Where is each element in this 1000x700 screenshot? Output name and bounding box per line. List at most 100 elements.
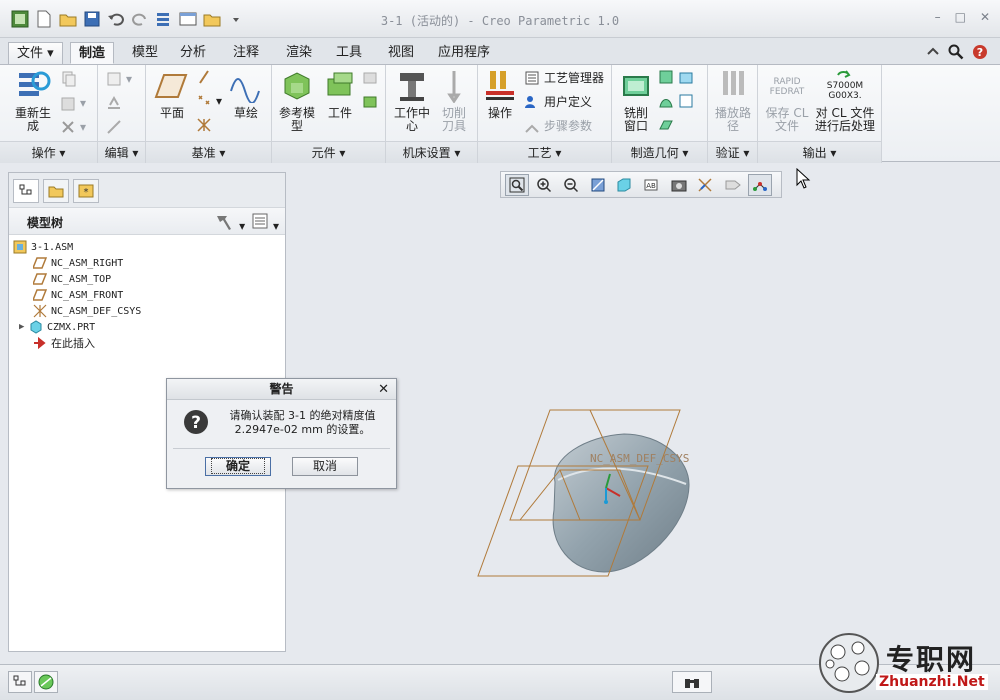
mouse-cursor-icon (796, 168, 811, 189)
browser-globe-icon (38, 674, 54, 690)
step-parameters-icon (525, 124, 539, 133)
zoom-in-icon (537, 177, 552, 192)
post-process-icon: S7000M G00X3. (812, 69, 878, 103)
toggle-navigator-button[interactable] (8, 671, 32, 693)
tree-columns-button[interactable]: ▾ (251, 212, 279, 233)
group-operations-label[interactable]: 操作 ▾ (0, 141, 97, 163)
datum-display-button[interactable] (694, 174, 718, 196)
point-button[interactable]: ▾ (196, 93, 222, 109)
svg-text:*: * (84, 187, 89, 198)
mill-window-button[interactable]: 铣削 窗口 (616, 69, 656, 133)
tab-model-tree[interactable] (13, 179, 39, 203)
close-icon[interactable]: ✕ (980, 10, 990, 24)
tab-folder-browser[interactable] (43, 179, 69, 203)
group-datum-label[interactable]: 基准 ▾ (146, 141, 271, 163)
saved-views-button[interactable]: AB (640, 174, 664, 196)
tab-manufacturing[interactable]: 制造 (70, 42, 115, 64)
csys-button[interactable] (196, 117, 212, 133)
edit-tool-2[interactable] (106, 95, 122, 111)
refit-button[interactable] (505, 173, 529, 196)
group-output-label[interactable]: 输出 ▾ (758, 141, 881, 163)
assemble-icon (363, 72, 377, 84)
maximize-icon[interactable]: □ (955, 10, 966, 24)
component-tool-1[interactable] (362, 69, 378, 85)
axis-button[interactable] (196, 69, 212, 85)
display-style-button[interactable] (613, 174, 637, 196)
tab-view[interactable]: 视图 (380, 42, 422, 64)
reference-model-button[interactable]: 参考模 型 (276, 69, 318, 133)
group-component: 参考模 型 工件 元件 ▾ (272, 65, 386, 163)
zoom-in-button[interactable] (532, 174, 556, 196)
tab-file[interactable]: 文件 ▾ (8, 42, 63, 64)
step-parameters-button[interactable]: 步骤参数 (524, 117, 592, 134)
user-defined-button[interactable]: 用户定义 (524, 93, 592, 110)
dialog-close-icon[interactable]: ✕ (378, 379, 389, 400)
save-cl-file-button[interactable]: RAPID FEDRAT 保存 CL 文件 (762, 69, 812, 133)
group-machine-setup-label[interactable]: 机床设置 ▾ (386, 141, 477, 163)
paste-button[interactable]: ▾ (60, 95, 86, 111)
play-path-button[interactable]: 播放路 径 (710, 69, 756, 133)
help-icon[interactable]: ? (972, 44, 988, 63)
tree-item-datum-front[interactable]: NC_ASM_FRONT (9, 287, 285, 303)
tab-applications[interactable]: 应用程序 (430, 42, 498, 64)
ok-button[interactable]: 确定 (205, 457, 271, 476)
tab-annotate[interactable]: 注释 (225, 42, 267, 64)
rapid-fedrat-icon: RAPID FEDRAT (769, 77, 805, 97)
component-tool-2[interactable] (362, 93, 378, 109)
tree-item-part[interactable]: ▶ CZMX.PRT (9, 319, 285, 335)
process-manager-button[interactable]: 工艺管理器 (524, 69, 604, 86)
minimize-icon[interactable]: – (935, 10, 941, 24)
tree-item-assembly[interactable]: 3-1.ASM (9, 239, 285, 255)
operation-button[interactable]: 操作 (480, 69, 520, 120)
tree-item-insert-here[interactable]: 在此插入 (9, 335, 285, 351)
cutting-tool-button[interactable]: 切削 刀具 (434, 69, 474, 133)
group-process-label[interactable]: 工艺 ▾ (478, 141, 611, 163)
toggle-browser-button[interactable] (34, 671, 58, 693)
tree-item-datum-right[interactable]: NC_ASM_RIGHT (9, 255, 285, 271)
expand-arrow-icon[interactable]: ▶ (19, 322, 29, 332)
cancel-button[interactable]: 取消 (292, 457, 358, 476)
group-verify-label[interactable]: 验证 ▾ (708, 141, 757, 163)
tab-render[interactable]: 渲染 (278, 42, 320, 64)
mfg-geom-tool-1[interactable] (658, 69, 694, 85)
group-edit-label[interactable]: 编辑 ▾ (98, 141, 145, 163)
folder-browser-icon (48, 186, 64, 198)
sketch-button[interactable]: 草绘 (226, 69, 266, 120)
mfg-geom-tool-3[interactable] (658, 117, 674, 133)
model-tree: 3-1.ASM NC_ASM_RIGHT NC_ASM_TOP NC_ASM_F… (9, 235, 285, 351)
minimize-ribbon-icon[interactable] (926, 44, 940, 63)
tree-item-datum-top[interactable]: NC_ASM_TOP (9, 271, 285, 287)
work-center-icon (400, 73, 424, 101)
edit-tool-3[interactable] (106, 119, 122, 135)
model-tree-tools: ▾ ▾ (215, 212, 279, 233)
regenerate-button[interactable]: 重新生 成 (8, 69, 58, 133)
post-process-button[interactable]: S7000M G00X3. 对 CL 文件 进行后处理 (812, 69, 878, 133)
search-icon[interactable] (948, 44, 964, 63)
tab-favorites[interactable]: * (73, 179, 99, 203)
tab-model[interactable]: 模型 (124, 42, 166, 64)
spin-center-button[interactable] (748, 173, 772, 196)
zoom-out-button[interactable] (559, 174, 583, 196)
regenerate-icon (19, 71, 51, 96)
repaint-button[interactable] (586, 174, 610, 196)
delete-button[interactable]: ▾ (60, 119, 86, 135)
mfg-geom-tool-2[interactable] (658, 93, 694, 109)
tab-tools[interactable]: 工具 (328, 42, 370, 64)
tree-settings-button[interactable]: ▾ (215, 212, 245, 233)
datum-plane-icon (154, 74, 188, 98)
dialog-title-bar: 警告 ✕ (167, 379, 396, 400)
annotation-display-button[interactable] (721, 174, 745, 196)
copy-button[interactable] (60, 71, 76, 87)
work-center-button[interactable]: 工作中 心 (390, 69, 434, 133)
group-component-label[interactable]: 元件 ▾ (272, 141, 385, 163)
edit-tool-1[interactable]: ▾ (106, 71, 132, 87)
view-manager-button[interactable] (667, 174, 691, 196)
plane-button[interactable]: 平面 (152, 69, 192, 120)
trim-icon (107, 120, 121, 134)
csys-icon (197, 118, 211, 132)
tree-item-csys[interactable]: NC_ASM_DEF_CSYS (9, 303, 285, 319)
tab-analysis[interactable]: 分析 (172, 42, 214, 64)
workpiece-button[interactable]: 工件 (320, 69, 360, 120)
find-button[interactable] (672, 671, 712, 693)
group-mfg-geometry-label[interactable]: 制造几何 ▾ (612, 141, 707, 163)
